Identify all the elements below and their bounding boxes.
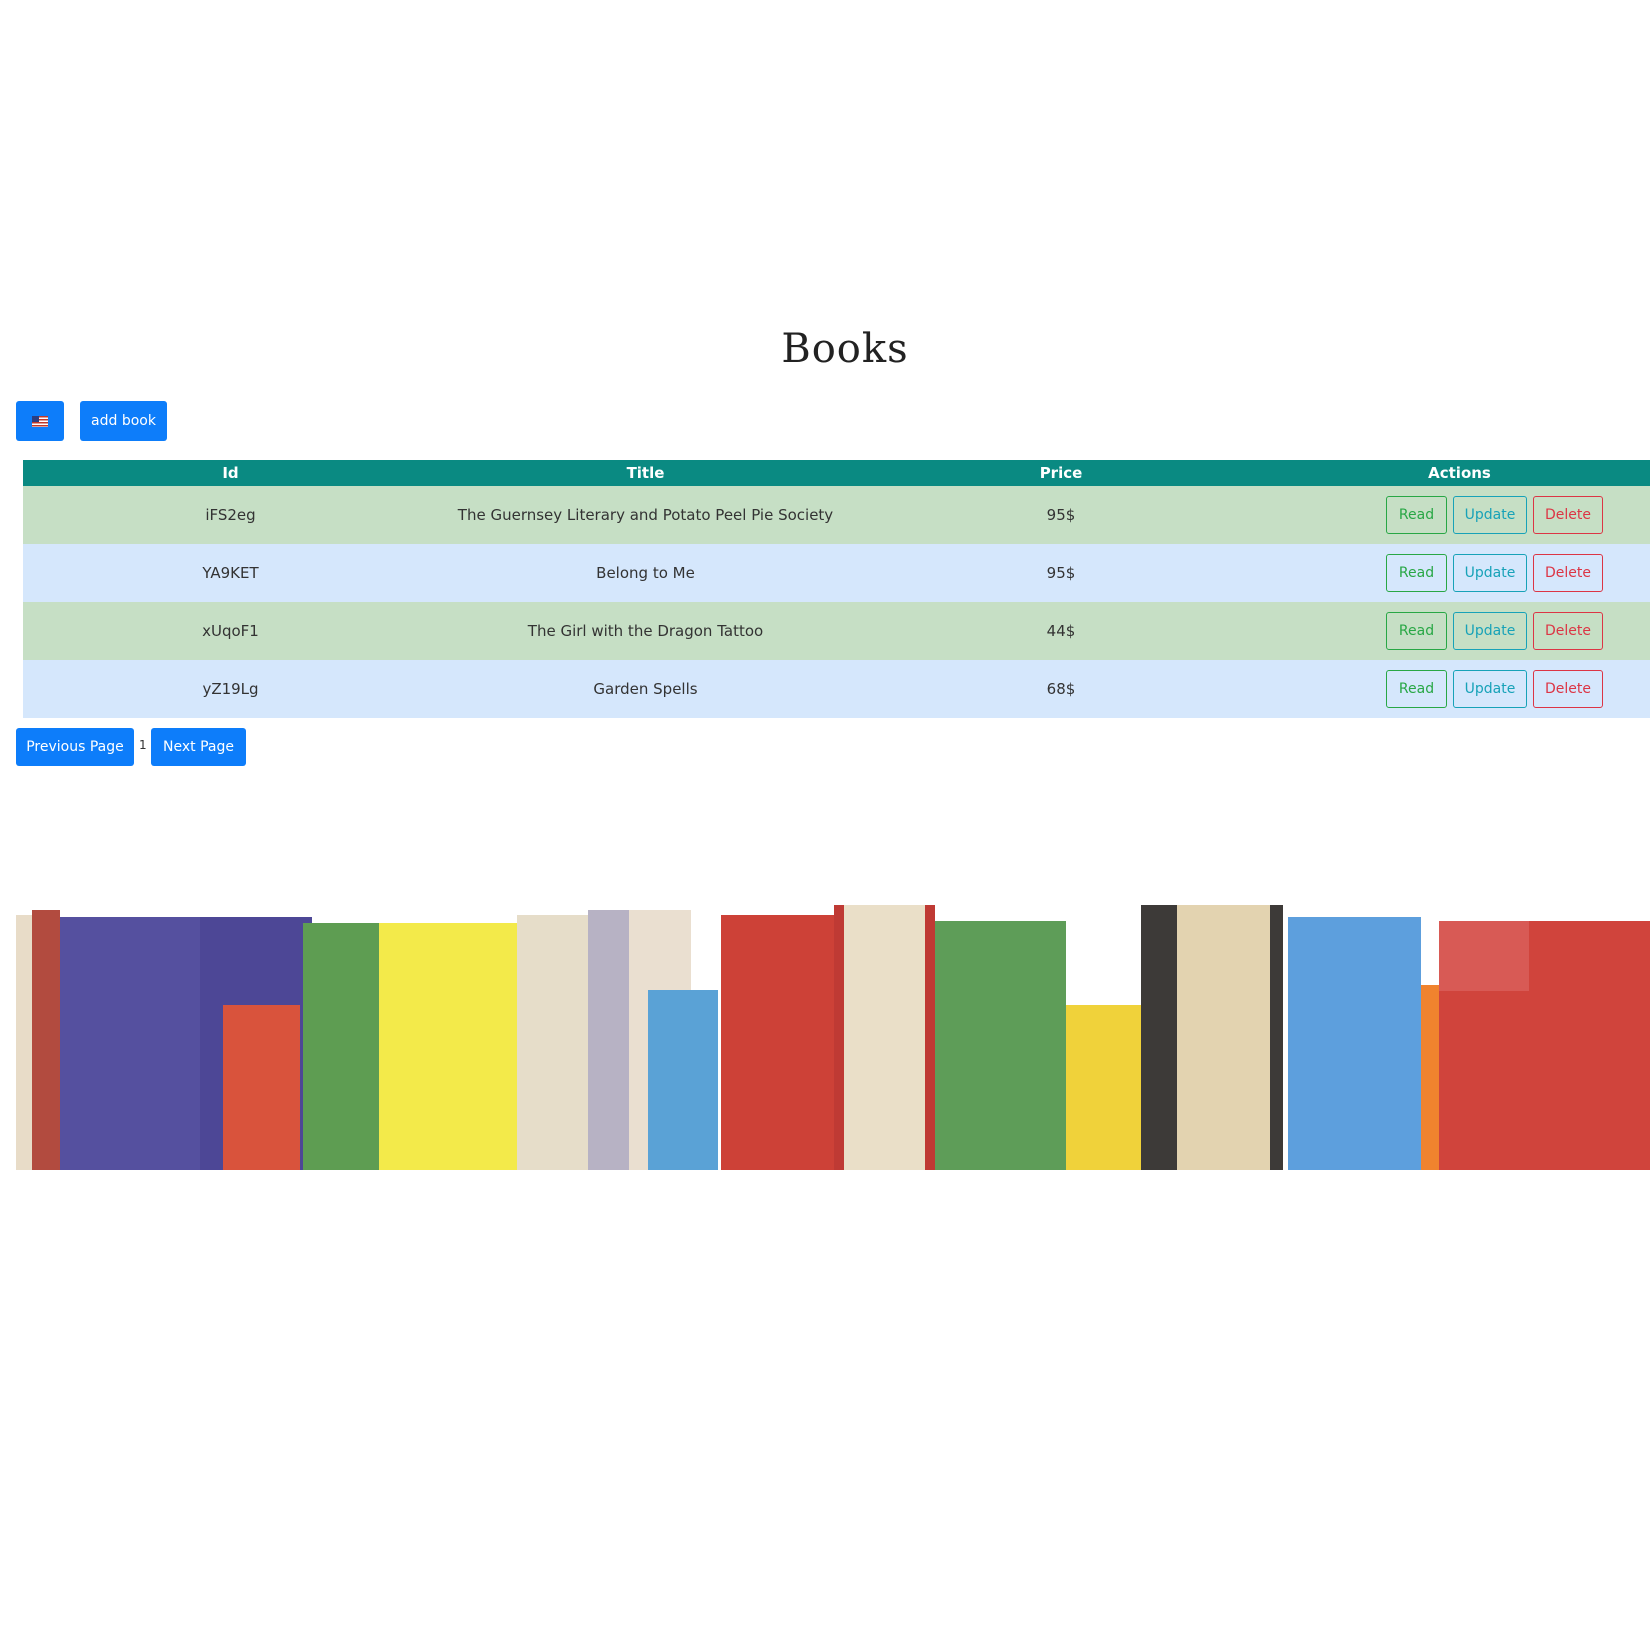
- update-button[interactable]: Update: [1453, 554, 1527, 592]
- read-button[interactable]: Read: [1386, 496, 1447, 534]
- cell-id: iFS2eg: [23, 486, 438, 544]
- cell-id: yZ19Lg: [23, 660, 438, 718]
- cell-price: 44$: [853, 602, 1269, 660]
- header-id: Id: [23, 460, 438, 486]
- cell-id: xUqoF1: [23, 602, 438, 660]
- cell-title: The Girl with the Dragon Tattoo: [438, 602, 853, 660]
- header-actions: Actions: [1269, 460, 1650, 486]
- delete-button[interactable]: Delete: [1533, 554, 1603, 592]
- cell-title: The Guernsey Literary and Potato Peel Pi…: [438, 486, 853, 544]
- language-button[interactable]: [16, 401, 64, 441]
- table-row: xUqoF1 The Girl with the Dragon Tattoo 4…: [23, 602, 1650, 660]
- cell-title: Garden Spells: [438, 660, 853, 718]
- cell-actions: Read Update Delete: [1269, 602, 1650, 660]
- cell-id: YA9KET: [23, 544, 438, 602]
- cell-price: 68$: [853, 660, 1269, 718]
- update-button[interactable]: Update: [1453, 496, 1527, 534]
- add-book-button[interactable]: add book: [80, 401, 167, 441]
- cell-title: Belong to Me: [438, 544, 853, 602]
- read-button[interactable]: Read: [1386, 670, 1447, 708]
- read-button[interactable]: Read: [1386, 554, 1447, 592]
- page-title: Books: [781, 326, 909, 372]
- cell-actions: Read Update Delete: [1269, 660, 1650, 718]
- cell-actions: Read Update Delete: [1269, 486, 1650, 544]
- delete-button[interactable]: Delete: [1533, 670, 1603, 708]
- table-row: YA9KET Belong to Me 95$ Read Update Dele…: [23, 544, 1650, 602]
- update-button[interactable]: Update: [1453, 612, 1527, 650]
- header-price: Price: [853, 460, 1269, 486]
- delete-button[interactable]: Delete: [1533, 612, 1603, 650]
- books-shelf-image: [16, 905, 1650, 1170]
- cell-price: 95$: [853, 544, 1269, 602]
- read-button[interactable]: Read: [1386, 612, 1447, 650]
- previous-page-button[interactable]: Previous Page: [16, 728, 134, 766]
- books-table: Id Title Price Actions iFS2eg The Guerns…: [23, 460, 1650, 718]
- header-title: Title: [438, 460, 853, 486]
- cell-price: 95$: [853, 486, 1269, 544]
- next-page-button[interactable]: Next Page: [151, 728, 246, 766]
- update-button[interactable]: Update: [1453, 670, 1527, 708]
- table-row: yZ19Lg Garden Spells 68$ Read Update Del…: [23, 660, 1650, 718]
- us-flag-icon: [32, 415, 48, 427]
- current-page-number: 1: [139, 738, 147, 752]
- cell-actions: Read Update Delete: [1269, 544, 1650, 602]
- table-header-row: Id Title Price Actions: [23, 460, 1650, 486]
- table-row: iFS2eg The Guernsey Literary and Potato …: [23, 486, 1650, 544]
- delete-button[interactable]: Delete: [1533, 496, 1603, 534]
